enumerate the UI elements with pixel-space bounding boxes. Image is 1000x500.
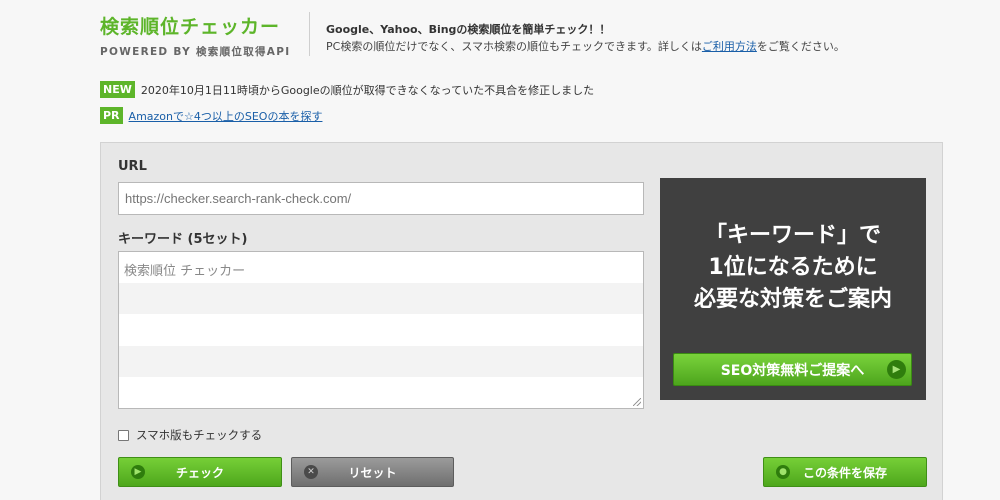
keyword-label: キーワード (5セット)	[118, 232, 248, 247]
pr-tag: PR	[100, 107, 123, 124]
arrow-right-circle-icon: ▶	[131, 465, 145, 479]
seo-promo-banner[interactable]: 「キーワード」で 1位になるために 必要な対策をご案内 SEO対策無料ご提案へ …	[660, 178, 926, 400]
usage-guide-link[interactable]: ご利用方法	[702, 40, 757, 53]
promo-button-label: SEO対策無料ご提案へ	[720, 362, 865, 379]
keyword-placeholder: 検索順位 チェッカー	[124, 264, 246, 279]
new-notice-text: 2020年10月1日11時頃からGoogleの順位が取得できなくなっていた不具合…	[140, 83, 595, 97]
logo-subtitle: POWERED BY 検索順位取得API	[100, 46, 291, 58]
header-desc-line2: PC検索の順位だけでなく、スマホ検索の順位もチェックできます。詳しくはご利用方法…	[326, 38, 845, 55]
logo[interactable]: 検索順位チェッカー POWERED BY 検索順位取得API	[100, 12, 290, 59]
reset-button[interactable]: ✕ リセット	[291, 457, 454, 487]
save-circle-icon: ●	[776, 465, 790, 479]
check-form-panel: URL キーワード (5セット) 検索順位 チェッカー スマホ版もチェックする …	[100, 142, 943, 500]
resize-grip-icon[interactable]	[633, 398, 641, 406]
url-input[interactable]	[118, 182, 644, 215]
header-divider	[309, 12, 310, 56]
save-conditions-button[interactable]: ● この条件を保存	[763, 457, 927, 487]
amazon-seo-books-link[interactable]: Amazonで☆4つ以上のSEOの本を探す	[129, 108, 323, 124]
header-desc-pre: PC検索の順位だけでなく、スマホ検索の順位もチェックできます。詳しくは	[326, 40, 702, 53]
keyword-textarea[interactable]: 検索順位 チェッカー	[118, 251, 644, 409]
new-tag: NEW	[100, 81, 135, 98]
promo-text: 「キーワード」で 1位になるために 必要な対策をご案内	[660, 220, 926, 316]
header-desc-line1: Google、Yahoo、Bingの検索順位を簡単チェック！！	[326, 23, 611, 36]
promo-line2: 1位になるために	[708, 255, 878, 280]
reset-button-label: リセット	[348, 465, 397, 480]
notice-pr: PR Amazonで☆4つ以上のSEOの本を探す	[100, 107, 322, 124]
smartphone-checkbox[interactable]	[118, 429, 129, 441]
header-description: Google、Yahoo、Bingの検索順位を簡単チェック！！ PC検索の順位だ…	[326, 21, 845, 55]
chevron-right-circle-icon: ▶	[887, 360, 906, 379]
close-circle-icon: ✕	[304, 465, 318, 479]
promo-line1: 「キーワード」で	[704, 223, 881, 248]
seo-proposal-button[interactable]: SEO対策無料ご提案へ ▶	[673, 353, 912, 386]
header-desc-post: をご覧ください。	[756, 40, 845, 53]
url-label: URL	[118, 159, 147, 174]
check-button[interactable]: ▶ チェック	[118, 457, 282, 487]
save-button-label: この条件を保存	[802, 465, 887, 480]
check-button-label: チェック	[175, 465, 224, 480]
promo-line3: 必要な対策をご案内	[693, 287, 892, 312]
header: 検索順位チェッカー POWERED BY 検索順位取得API Google、Ya…	[0, 0, 1000, 72]
smartphone-check-option[interactable]: スマホ版もチェックする	[118, 427, 262, 443]
notice-new: NEW 2020年10月1日11時頃からGoogleの順位が取得できなくなってい…	[100, 81, 594, 98]
smartphone-check-label: スマホ版もチェックする	[136, 428, 263, 442]
logo-title: 検索順位チェッカー	[100, 16, 281, 38]
